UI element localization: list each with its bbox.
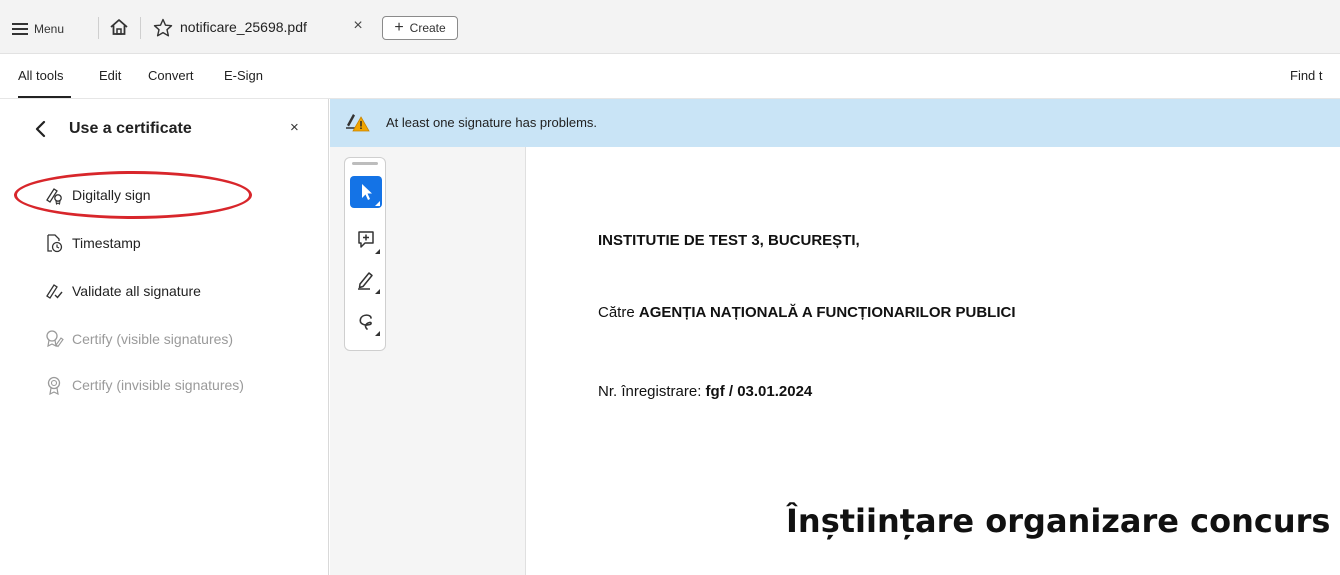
institution-line: INSTITUTIE DE TEST 3, BUCUREȘTI, bbox=[598, 232, 860, 249]
timestamp-item[interactable]: Timestamp bbox=[44, 231, 141, 255]
digitally-sign-item[interactable]: Digitally sign bbox=[44, 183, 151, 207]
create-button[interactable]: + Create bbox=[382, 16, 458, 40]
signature-status-banner: At least one signature has problems. bbox=[330, 99, 1340, 147]
timestamp-label: Timestamp bbox=[72, 235, 141, 251]
certify-invisible-item[interactable]: Certify (invisible signatures) bbox=[44, 373, 244, 397]
certify-invisible-label: Certify (invisible signatures) bbox=[72, 377, 244, 393]
toolbar-drag-handle[interactable] bbox=[352, 162, 378, 165]
document-heading: Înștiințare organizare concurs bbox=[786, 502, 1331, 540]
expand-corner-icon bbox=[375, 201, 380, 206]
draw-tool-button[interactable] bbox=[350, 264, 382, 296]
quick-tools-area bbox=[330, 147, 526, 575]
file-name-tab[interactable]: notificare_25698.pdf bbox=[180, 19, 307, 35]
certify-invisible-icon bbox=[44, 375, 64, 396]
hamburger-icon bbox=[12, 23, 28, 35]
sign-pen-icon bbox=[44, 185, 64, 205]
expand-corner-icon bbox=[375, 331, 380, 336]
expand-corner-icon bbox=[375, 249, 380, 254]
recipient-line: Către AGENȚIA NAȚIONALĂ A FUNCȚIONARILOR… bbox=[598, 304, 1016, 321]
registration-line: Nr. înregistrare: fgf / 03.01.2024 bbox=[598, 383, 812, 400]
timestamp-icon bbox=[44, 233, 64, 253]
top-bar: Menu notificare_25698.pdf × + Create bbox=[0, 0, 1340, 54]
expand-corner-icon bbox=[375, 289, 380, 294]
nav-all-tools[interactable]: All tools bbox=[18, 68, 64, 83]
create-label: Create bbox=[409, 21, 446, 35]
nav-convert[interactable]: Convert bbox=[148, 68, 194, 83]
lasso-tool-button[interactable] bbox=[350, 306, 382, 338]
validate-signature-label: Validate all signature bbox=[72, 283, 201, 299]
home-icon[interactable] bbox=[108, 16, 130, 38]
find-tool-search[interactable]: Find t bbox=[1290, 68, 1340, 83]
recipient-prefix: Către bbox=[598, 304, 635, 321]
menu-button[interactable]: Menu bbox=[12, 18, 64, 40]
chevron-left-icon[interactable] bbox=[34, 119, 48, 139]
plus-icon: + bbox=[394, 19, 404, 36]
nav-edit[interactable]: Edit bbox=[99, 68, 121, 83]
panel-title: Use a certificate bbox=[69, 120, 192, 137]
star-icon[interactable] bbox=[152, 17, 174, 39]
select-tool-button[interactable] bbox=[350, 176, 382, 208]
certify-visible-icon bbox=[44, 329, 64, 349]
nav-esign[interactable]: E-Sign bbox=[224, 68, 263, 83]
certificate-panel: Use a certificate × Digitally sign Times… bbox=[0, 99, 329, 575]
menu-label: Menu bbox=[34, 22, 65, 36]
active-tab-indicator bbox=[18, 96, 71, 98]
validate-signature-item[interactable]: Validate all signature bbox=[44, 279, 201, 303]
recipient-name: AGENȚIA NAȚIONALĂ A FUNCȚIONARILOR PUBLI… bbox=[638, 304, 1016, 321]
signature-warning-icon[interactable] bbox=[344, 111, 370, 133]
digitally-sign-label: Digitally sign bbox=[72, 187, 151, 203]
certify-visible-item[interactable]: Certify (visible signatures) bbox=[44, 327, 233, 351]
registration-prefix: Nr. înregistrare: bbox=[598, 383, 702, 400]
validate-signature-icon bbox=[44, 281, 64, 301]
banner-message: At least one signature has problems. bbox=[386, 115, 598, 130]
add-comment-tool-button[interactable] bbox=[350, 224, 382, 256]
divider bbox=[98, 17, 99, 39]
tools-nav: All tools Edit Convert E-Sign Find t bbox=[0, 55, 1340, 99]
divider bbox=[140, 17, 141, 39]
close-panel-icon[interactable]: × bbox=[290, 119, 299, 136]
certify-visible-label: Certify (visible signatures) bbox=[72, 331, 234, 347]
quick-toolbar bbox=[344, 157, 386, 351]
registration-value: fgf / 03.01.2024 bbox=[705, 383, 813, 400]
close-tab-icon[interactable]: × bbox=[349, 17, 367, 35]
